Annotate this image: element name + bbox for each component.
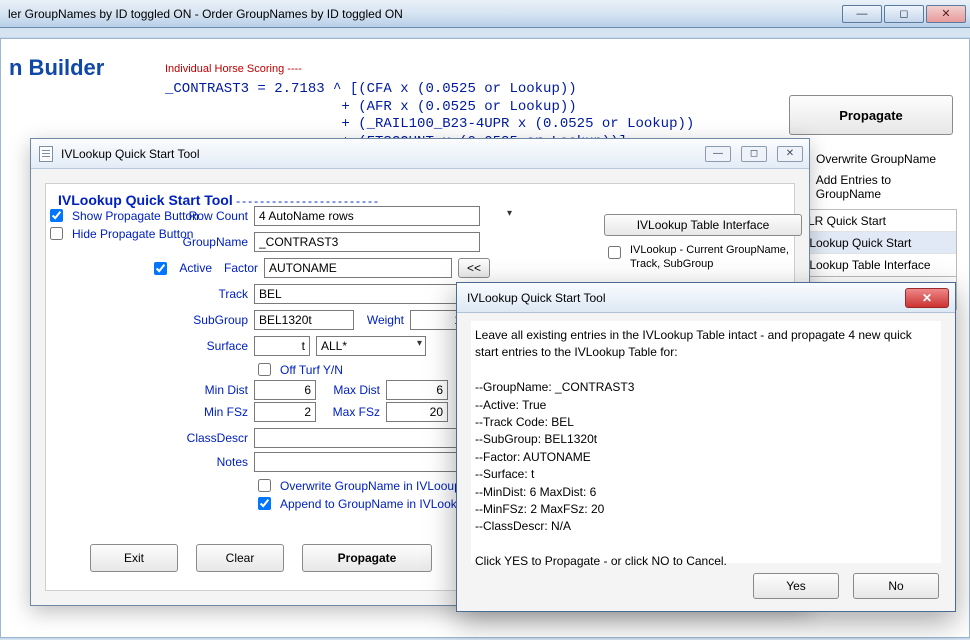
min-dist-input[interactable] <box>254 380 316 400</box>
quickstart-row-mlr[interactable]: MLR Quick Start <box>790 210 956 232</box>
main-window-buttons: — ◻ ✕ <box>842 5 966 23</box>
factor-label: Factor <box>218 261 258 275</box>
min-fsz-label: Min FSz <box>200 405 248 419</box>
qs-current-label: IVLookup - Current GroupName, Track, Sub… <box>630 244 804 272</box>
surface-select[interactable]: ALL* <box>316 336 426 356</box>
ivlookup-interface-button[interactable]: IVLookup Table Interface <box>604 214 802 236</box>
overwrite-groupname-label: Overwrite GroupName <box>816 152 936 166</box>
main-close-button[interactable]: ✕ <box>926 5 966 23</box>
show-propagate-label: Show Propagate Button <box>72 209 199 223</box>
max-dist-input[interactable] <box>386 380 448 400</box>
notes-label: Notes <box>212 455 248 469</box>
factor-input[interactable] <box>264 258 452 278</box>
confirm-dialog-titlebar: IVLookup Quick Start Tool ✕ <box>457 283 955 313</box>
classdescr-input[interactable] <box>254 428 480 448</box>
exit-button[interactable]: Exit <box>90 544 178 572</box>
propagate-button[interactable]: Propagate <box>302 544 432 572</box>
append-in-ivlookup-check[interactable] <box>258 497 271 510</box>
quickstart-list: MLR Quick Start IVLookup Quick Start IVL… <box>789 209 957 277</box>
min-fsz-input[interactable] <box>254 402 316 422</box>
side-panel: Propagate Overwrite GroupName Add Entrie… <box>789 95 957 310</box>
active-label: Active <box>176 261 212 275</box>
quickstart-right-column: IVLookup Table Interface IVLookup - Curr… <box>604 214 804 272</box>
confirm-yes-button[interactable]: Yes <box>753 573 839 599</box>
surface-input[interactable] <box>254 336 310 356</box>
document-icon <box>39 146 53 162</box>
subgroup-label: SubGroup <box>190 313 248 327</box>
append-in-ivlookup-label: Append to GroupName in IVLookup T <box>280 497 481 511</box>
add-entries-label: Add Entries to GroupName <box>816 173 957 201</box>
quickstart-window-buttons: — ◻ ✕ <box>705 146 803 162</box>
groupname-input[interactable] <box>254 232 480 252</box>
groupname-label: GroupName <box>180 235 248 249</box>
show-propagate-check[interactable] <box>50 209 63 222</box>
main-max-button[interactable]: ◻ <box>884 5 924 23</box>
clear-button[interactable]: Clear <box>196 544 284 572</box>
quickstart-bottom-buttons: Exit Clear Propagate <box>90 544 432 572</box>
qs-current-check[interactable] <box>608 246 621 259</box>
off-turf-label: Off Turf Y/N <box>280 363 343 377</box>
overwrite-in-ivlookup-label: Overwrite GroupName in IVLooup Ta <box>280 479 477 493</box>
weight-label: Weight <box>360 313 404 327</box>
row-count-label: Row Count <box>186 209 248 223</box>
quickstart-row-ivlookup[interactable]: IVLookup Quick Start <box>790 232 956 254</box>
confirm-dialog-buttons: Yes No <box>753 573 939 599</box>
confirm-dialog-body: Leave all existing entries in the IVLook… <box>471 321 941 563</box>
subgroup-input[interactable] <box>254 310 354 330</box>
min-dist-label: Min Dist <box>198 383 248 397</box>
builder-title: n Builder <box>1 39 171 81</box>
propagate-button-side[interactable]: Propagate <box>789 95 953 135</box>
overwrite-in-ivlookup-check[interactable] <box>258 479 271 492</box>
add-entries-checkbox[interactable]: Add Entries to GroupName <box>789 173 957 201</box>
confirm-no-button[interactable]: No <box>853 573 939 599</box>
row-count-select[interactable]: 4 AutoName rows <box>254 206 480 226</box>
quickstart-row-interface[interactable]: IVLookup Table Interface <box>790 254 956 276</box>
confirm-dialog-close-button[interactable]: ✕ <box>905 288 949 308</box>
quickstart-window-title: IVLookup Quick Start Tool <box>61 147 200 161</box>
track-label: Track <box>212 287 248 301</box>
notes-input[interactable] <box>254 452 480 472</box>
qs-close-button[interactable]: ✕ <box>777 146 803 162</box>
track-input[interactable] <box>254 284 480 304</box>
max-fsz-label: Max FSz <box>322 405 380 419</box>
confirm-dialog: IVLookup Quick Start Tool ✕ Leave all ex… <box>456 282 956 612</box>
overwrite-groupname-checkbox[interactable]: Overwrite GroupName <box>789 149 957 169</box>
factor-back-button[interactable]: << <box>458 258 490 278</box>
main-window-titlebar: ler GroupNames by ID toggled ON - Order … <box>0 0 970 28</box>
surface-label: Surface <box>202 339 248 353</box>
hide-propagate-check[interactable] <box>50 227 63 240</box>
scoring-label: Individual Horse Scoring ---- <box>165 63 302 75</box>
confirm-dialog-title: IVLookup Quick Start Tool <box>467 291 606 305</box>
off-turf-check[interactable] <box>258 363 271 376</box>
max-dist-label: Max Dist <box>322 383 380 397</box>
classdescr-label: ClassDescr <box>186 431 248 445</box>
main-window-title: ler GroupNames by ID toggled ON - Order … <box>8 7 403 21</box>
max-fsz-input[interactable] <box>386 402 448 422</box>
hide-propagate-label: Hide Propagate Button <box>72 227 193 241</box>
main-min-button[interactable]: — <box>842 5 882 23</box>
qs-max-button[interactable]: ◻ <box>741 146 767 162</box>
qs-min-button[interactable]: — <box>705 146 731 162</box>
active-check[interactable] <box>154 262 167 275</box>
quickstart-titlebar: IVLookup Quick Start Tool — ◻ ✕ <box>31 139 809 169</box>
